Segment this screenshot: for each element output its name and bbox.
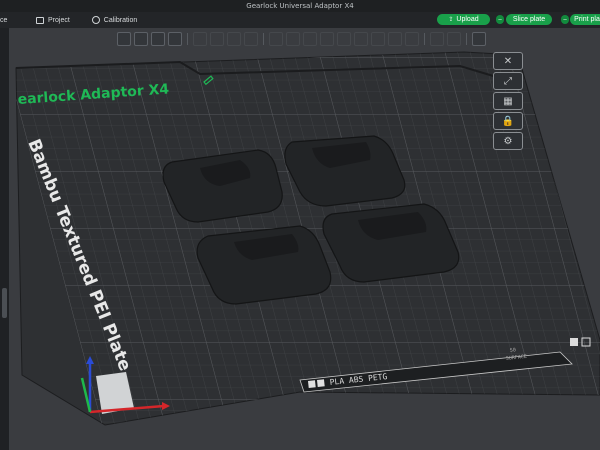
tab-project[interactable]: Project: [28, 12, 78, 28]
close-icon: ✕: [503, 55, 513, 67]
upload-label: Upload: [456, 16, 479, 23]
grid-arrange-icon[interactable]: [134, 32, 148, 46]
filament-icon: [317, 379, 325, 387]
orient-icon: ⤢: [504, 75, 512, 87]
print-dropdown-button[interactable]: –: [561, 15, 569, 24]
window-title: Gearlock Universal Adaptor X4: [246, 2, 354, 10]
model-part-4[interactable]: [322, 203, 460, 283]
arrange-icon: ▦: [503, 95, 513, 107]
tab-calibration[interactable]: Calibration: [84, 12, 145, 28]
project-icon: [36, 16, 44, 24]
slice-dropdown-button[interactable]: –: [496, 15, 504, 24]
dash-icon: –: [498, 16, 502, 23]
upload-icon: ⇪: [448, 17, 454, 23]
move-icon[interactable]: [193, 32, 207, 46]
text-icon[interactable]: [337, 32, 351, 46]
tab-prepare-label: ce: [0, 16, 8, 24]
plate-icon: [570, 338, 578, 346]
3d-viewport[interactable]: earlock Adaptor X4 Bambu Textured PEI Pl…: [10, 28, 600, 450]
window-titlebar: Gearlock Universal Adaptor X4: [0, 0, 600, 12]
calibration-icon: [91, 16, 100, 24]
toolbar-divider: [263, 33, 264, 45]
left-sidebar: [0, 28, 10, 450]
sidebar-scrollbar[interactable]: [2, 288, 7, 318]
toolbar-divider: [466, 33, 467, 45]
view-toolbar: [117, 30, 517, 48]
split-parts-icon[interactable]: [447, 32, 461, 46]
lock-icon: 🔒: [501, 115, 515, 127]
lay-on-face-icon[interactable]: [244, 32, 258, 46]
remove-plate-button[interactable]: ✕: [493, 52, 523, 70]
scale-icon[interactable]: [227, 32, 241, 46]
slice-plate-button[interactable]: Slice plate: [506, 14, 552, 25]
variable-layer-height-icon[interactable]: [472, 32, 486, 46]
layout-icon[interactable]: [151, 32, 165, 46]
seam-paint-icon[interactable]: [303, 32, 317, 46]
toolbar-divider: [424, 33, 425, 45]
rotate-icon[interactable]: [210, 32, 224, 46]
color-paint-icon[interactable]: [320, 32, 334, 46]
footer-small-1: 50: [510, 347, 517, 354]
mesh-repair-icon[interactable]: [405, 32, 419, 46]
boolean-icon[interactable]: [388, 32, 402, 46]
add-object-icon[interactable]: [117, 32, 131, 46]
support-paint-icon[interactable]: [286, 32, 300, 46]
print-plate-label: Print pla: [574, 16, 600, 23]
model-part-2[interactable]: [284, 135, 406, 207]
plate-settings-button[interactable]: ⚙: [493, 132, 523, 150]
split-objects-icon[interactable]: [430, 32, 444, 46]
orient-icon[interactable]: [168, 32, 182, 46]
dash-icon: –: [563, 16, 567, 23]
filament-icon: [308, 380, 316, 388]
print-plate-button[interactable]: Print pla: [570, 14, 600, 25]
cut-icon[interactable]: [269, 32, 283, 46]
arrange-plate-button[interactable]: ▦: [493, 92, 523, 110]
assembly-icon[interactable]: [371, 32, 385, 46]
tab-project-label: Project: [48, 16, 70, 24]
tab-calibration-label: Calibration: [103, 16, 138, 24]
model-part-3[interactable]: [196, 225, 332, 305]
auto-orient-plate-button[interactable]: ⤢: [493, 72, 523, 90]
tab-prepare[interactable]: ce: [0, 12, 20, 28]
model-part-1[interactable]: [162, 149, 283, 223]
slice-plate-label: Slice plate: [512, 16, 546, 23]
toolbar-divider: [187, 33, 188, 45]
upload-button[interactable]: ⇪ Upload: [437, 14, 490, 25]
lock-plate-button[interactable]: 🔒: [493, 112, 523, 130]
gear-icon: ⚙: [503, 135, 513, 147]
measure-icon[interactable]: [354, 32, 368, 46]
